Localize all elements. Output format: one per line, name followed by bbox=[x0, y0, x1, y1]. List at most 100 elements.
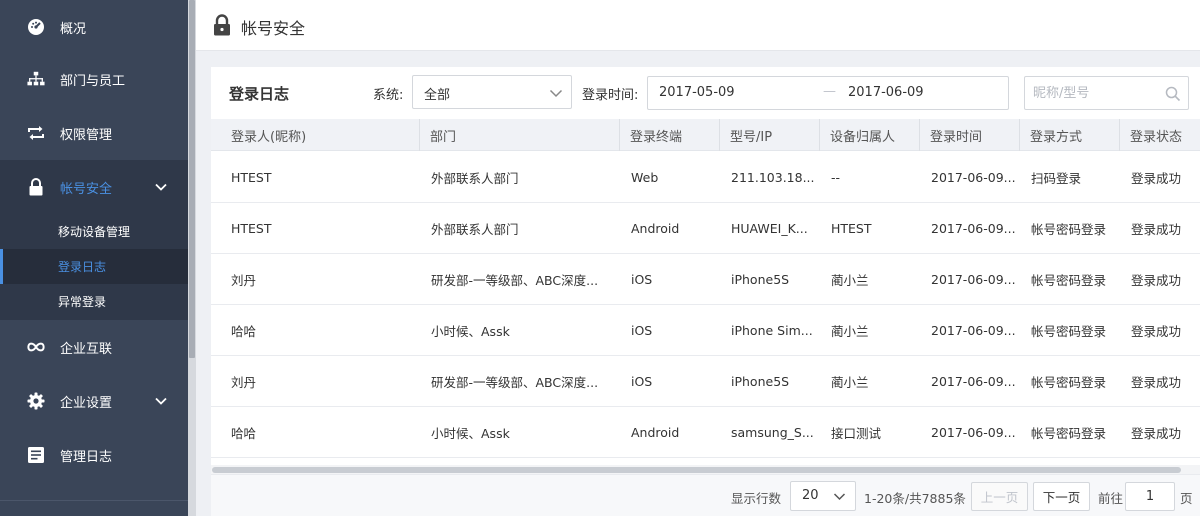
cell-device-owner: -- bbox=[831, 170, 841, 185]
search-input[interactable] bbox=[1033, 84, 1163, 102]
sidebar-subitem-label: 移动设备管理 bbox=[58, 225, 131, 239]
cell-login-status: 登录成功 bbox=[1131, 273, 1182, 288]
sidebar-item-permissions[interactable]: 权限管理 bbox=[0, 106, 188, 160]
sidebar-item-enterprise-settings[interactable]: 企业设置 bbox=[0, 374, 188, 428]
system-filter-label: 系统: bbox=[373, 88, 404, 103]
cell-terminal: Android bbox=[631, 221, 680, 236]
cell-login-status: 登录成功 bbox=[1131, 222, 1182, 237]
cell-login-time: 2017-06-09... bbox=[931, 323, 1016, 338]
lock-icon bbox=[213, 14, 231, 36]
dashboard-icon bbox=[27, 18, 45, 36]
cell-department: 研发部-一等级部、ABC深度... bbox=[431, 375, 599, 390]
cell-user: HTEST bbox=[231, 221, 272, 236]
page-number-input[interactable] bbox=[1125, 482, 1175, 511]
cell-login-time: 2017-06-09... bbox=[931, 425, 1016, 440]
table-row[interactable]: 哈哈 小时候、Assk iOS iPhone Sim... 蔺小兰 2017-0… bbox=[211, 305, 1200, 356]
sidebar-item-label: 企业互联 bbox=[60, 341, 113, 357]
table-row[interactable]: 刘丹 研发部-一等级部、ABC深度... iOS iPhone5S 蔺小兰 20… bbox=[211, 254, 1200, 305]
cell-user: 哈哈 bbox=[231, 426, 257, 441]
chevron-down-icon bbox=[154, 180, 168, 194]
table-row[interactable]: 哈哈 小时候、Assk Android samsung_S... 接口测试 20… bbox=[211, 407, 1200, 458]
sidebar-subitem-abnormal-login[interactable]: 异常登录 bbox=[0, 284, 188, 319]
system-select-value: 全部 bbox=[424, 88, 451, 103]
login-time-label: 登录时间: bbox=[582, 88, 639, 103]
cell-model-ip: iPhone5S bbox=[731, 272, 790, 287]
login-log-card: 登录日志 系统: 全部 登录时间: 2017-05-09 — 2017-06-0… bbox=[211, 67, 1200, 516]
cell-login-method: 帐号密码登录 bbox=[1031, 426, 1107, 441]
table-row[interactable]: 刘丹 研发部-一等级部、ABC深度... iOS iPhone5S 蔺小兰 20… bbox=[211, 356, 1200, 407]
table-row[interactable]: HTEST 外部联系人部门 Android HUAWEI_K... HTEST … bbox=[211, 203, 1200, 254]
date-start[interactable]: 2017-05-09 bbox=[659, 85, 735, 100]
table-hscroll-thumb[interactable] bbox=[212, 467, 1181, 473]
chevron-down-icon bbox=[154, 394, 168, 408]
rows-per-page-select[interactable]: 20 bbox=[790, 481, 856, 511]
cell-login-time: 2017-06-09... bbox=[931, 374, 1016, 389]
date-end[interactable]: 2017-06-09 bbox=[848, 85, 924, 100]
next-page-button[interactable]: 下一页 bbox=[1033, 482, 1090, 511]
sidebar-item-departments[interactable]: 部门与员工 bbox=[0, 52, 188, 106]
table-header: 登录人(昵称) 部门 登录终端 型号/IP 设备归属人 登录时间 登录方式 登录… bbox=[211, 119, 1200, 151]
column-header: 登录人(昵称) bbox=[231, 129, 307, 145]
cell-model-ip: HUAWEI_K... bbox=[731, 221, 808, 236]
column-header: 登录方式 bbox=[1019, 119, 1119, 151]
page-range-text: 1-20条/共7885条 bbox=[864, 491, 966, 506]
cell-model-ip: 211.103.18... bbox=[731, 170, 815, 185]
cell-device-owner: HTEST bbox=[831, 221, 872, 236]
search-icon[interactable] bbox=[1165, 86, 1181, 102]
column-header: 型号/IP bbox=[719, 119, 819, 151]
page-header: 帐号安全 bbox=[196, 0, 1200, 51]
column-header: 登录状态 bbox=[1119, 119, 1200, 151]
sidebar-subitem-login-log[interactable]: 登录日志 bbox=[0, 249, 188, 284]
cell-device-owner: 蔺小兰 bbox=[831, 324, 869, 339]
cell-user: 刘丹 bbox=[231, 273, 257, 288]
cell-terminal: iOS bbox=[631, 272, 653, 287]
cell-device-owner: 接口测试 bbox=[831, 426, 882, 441]
cell-terminal: iOS bbox=[631, 323, 653, 338]
chevron-down-icon bbox=[549, 86, 563, 100]
sidebar-item-overview[interactable]: 概况 bbox=[0, 0, 188, 54]
cell-department: 外部联系人部门 bbox=[431, 171, 519, 186]
cell-terminal: Android bbox=[631, 425, 680, 440]
cell-department: 小时候、Assk bbox=[431, 426, 510, 441]
table-row[interactable]: HTEST 外部联系人部门 Web 211.103.18... -- 2017-… bbox=[211, 152, 1200, 203]
cell-login-method: 帐号密码登录 bbox=[1031, 273, 1107, 288]
system-select[interactable]: 全部 bbox=[412, 75, 572, 109]
column-header: 登录终端 bbox=[619, 119, 719, 151]
sidebar-item-enterprise-connect[interactable]: 企业互联 bbox=[0, 320, 188, 374]
search-box bbox=[1024, 76, 1189, 110]
sidebar-subitem-mobile-devices[interactable]: 移动设备管理 bbox=[0, 214, 188, 249]
cell-device-owner: 蔺小兰 bbox=[831, 273, 869, 288]
card-title: 登录日志 bbox=[229, 85, 290, 103]
cell-department: 研发部-一等级部、ABC深度... bbox=[431, 273, 599, 288]
cell-device-owner: 蔺小兰 bbox=[831, 375, 869, 390]
page-title: 帐号安全 bbox=[241, 19, 306, 38]
cell-login-status: 登录成功 bbox=[1131, 426, 1182, 441]
cell-terminal: iOS bbox=[631, 374, 653, 389]
sidebar-item-label: 部门与员工 bbox=[60, 73, 126, 89]
cell-login-method: 帐号密码登录 bbox=[1031, 222, 1107, 237]
sidebar-item-label: 管理日志 bbox=[60, 449, 113, 465]
cell-user: 哈哈 bbox=[231, 324, 257, 339]
org-chart-icon bbox=[27, 70, 45, 88]
sidebar-item-label: 企业设置 bbox=[60, 395, 113, 411]
sidebar-subitem-label: 异常登录 bbox=[58, 295, 107, 309]
cell-department: 外部联系人部门 bbox=[431, 222, 519, 237]
prev-page-button[interactable]: 上一页 bbox=[971, 482, 1028, 511]
lock-icon bbox=[27, 178, 45, 196]
goto-label: 前往 bbox=[1098, 491, 1124, 506]
date-separator: — bbox=[823, 84, 836, 99]
page-suffix: 页 bbox=[1180, 491, 1193, 506]
cell-model-ip: iPhone5S bbox=[731, 374, 790, 389]
cell-login-status: 登录成功 bbox=[1131, 171, 1182, 186]
sidebar-divider bbox=[0, 500, 188, 501]
sidebar-scrollbar-thumb[interactable] bbox=[189, 0, 195, 358]
cell-user: HTEST bbox=[231, 170, 272, 185]
cell-terminal: Web bbox=[631, 170, 659, 185]
date-range-picker[interactable]: 2017-05-09 — 2017-06-09 bbox=[647, 76, 1009, 110]
gear-icon bbox=[27, 392, 45, 410]
cell-model-ip: iPhone Sim... bbox=[731, 323, 813, 338]
cell-login-time: 2017-06-09... bbox=[931, 170, 1016, 185]
sidebar-item-admin-log[interactable]: 管理日志 bbox=[0, 428, 188, 482]
sidebar-item-account-security[interactable]: 帐号安全 bbox=[0, 160, 188, 214]
cell-login-method: 扫码登录 bbox=[1031, 171, 1082, 186]
